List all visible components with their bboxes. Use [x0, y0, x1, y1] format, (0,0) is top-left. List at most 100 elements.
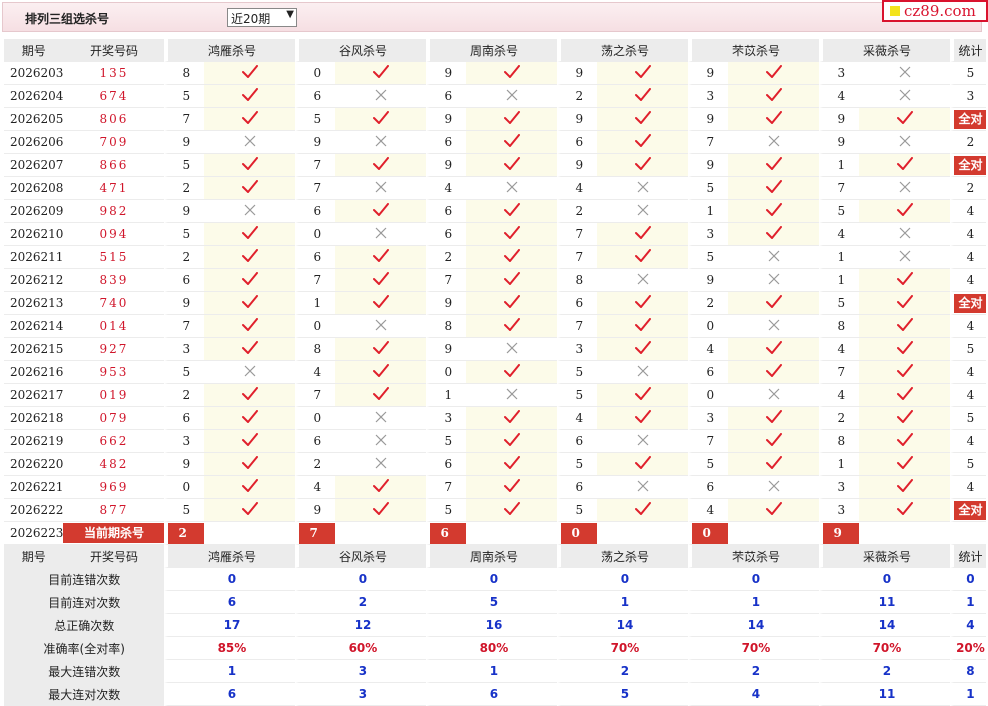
correct-count: 4: [966, 250, 975, 264]
current-empty: [597, 522, 689, 545]
summary-row: 最大连对次数 6 3 6 5 4 11 1: [4, 683, 987, 706]
kill-number: 4: [557, 177, 598, 200]
cross-icon: [597, 476, 689, 499]
table-row: 2026209 982 9 6 6 2 1 5 4: [4, 200, 987, 223]
check-icon: [466, 200, 558, 223]
kill-number: 5: [688, 246, 729, 269]
check-icon: [335, 62, 427, 85]
kill-number: 5: [164, 361, 205, 384]
header-expert: 鸿雁杀号: [164, 39, 296, 62]
draw-number: 094: [63, 223, 165, 246]
draw-number: 482: [63, 453, 165, 476]
cross-icon: [335, 223, 427, 246]
kill-number: 4: [295, 476, 336, 499]
check-icon: [728, 453, 820, 476]
summary-value: 1: [557, 591, 689, 614]
current-pick-cell: 0: [557, 522, 598, 545]
current-pick-cell: 6: [426, 522, 467, 545]
kill-number: 9: [688, 62, 729, 85]
check-icon: [597, 292, 689, 315]
kill-number: 1: [819, 154, 860, 177]
check-icon: [728, 108, 820, 131]
kill-number: 0: [295, 315, 336, 338]
summary-value: 14: [819, 614, 951, 637]
kill-number: 0: [164, 476, 205, 499]
site-logo[interactable]: cz89.com: [882, 0, 988, 22]
table-row: 2026220 482 9 2 6 5 5 1 5: [4, 453, 987, 476]
cross-icon: [728, 476, 820, 499]
cross-icon: [859, 177, 951, 200]
kill-number: 7: [164, 108, 205, 131]
stat-cell: 4: [950, 361, 987, 384]
check-icon: [466, 269, 558, 292]
check-icon: [597, 315, 689, 338]
period-select[interactable]: 近20期 ▼: [227, 8, 297, 27]
summary-label: 最大连对次数: [4, 683, 165, 706]
cross-icon: [859, 62, 951, 85]
correct-count: 4: [966, 227, 975, 241]
table-row: 2026221 969 0 4 7 6 6 3 4: [4, 476, 987, 499]
check-icon: [204, 177, 296, 200]
correct-count: 4: [966, 273, 975, 287]
kill-number: 3: [164, 338, 205, 361]
check-icon: [335, 499, 427, 522]
draw-number: 969: [63, 476, 165, 499]
kill-number: 6: [295, 200, 336, 223]
kill-number: 2: [295, 453, 336, 476]
summary-row: 目前连错次数 0 0 0 0 0 0 0: [4, 568, 987, 591]
check-icon: [728, 292, 820, 315]
cross-icon: [335, 131, 427, 154]
check-icon: [728, 407, 820, 430]
issue-cell: 2026220: [4, 453, 64, 476]
cross-icon: [335, 407, 427, 430]
kill-number: 4: [557, 407, 598, 430]
kill-number: 5: [164, 85, 205, 108]
cross-icon: [335, 430, 427, 453]
header-expert: 谷风杀号: [295, 39, 427, 62]
kill-number: 6: [295, 430, 336, 453]
table-row: 2026206 709 9 9 6 6 7 9 2: [4, 131, 987, 154]
kill-number: 5: [557, 499, 598, 522]
header-expert: 芣苡杀号: [688, 545, 820, 568]
summary-value: 0: [950, 568, 987, 591]
page-title: 排列三组选杀号: [25, 12, 110, 26]
issue-cell: 2026207: [4, 154, 64, 177]
kill-number: 4: [819, 85, 860, 108]
summary-value: 0: [295, 568, 427, 591]
kill-number: 8: [426, 315, 467, 338]
check-icon: [728, 430, 820, 453]
check-icon: [859, 476, 951, 499]
draw-number: 674: [63, 85, 165, 108]
kill-number: 9: [557, 154, 598, 177]
summary-value: 14: [557, 614, 689, 637]
cross-icon: [466, 177, 558, 200]
summary-label: 目前连对次数: [4, 591, 165, 614]
table-row: 2026204 674 5 6 6 2 3 4 3: [4, 85, 987, 108]
check-icon: [204, 430, 296, 453]
draw-number: 135: [63, 62, 165, 85]
kill-number: 7: [557, 315, 598, 338]
cross-icon: [728, 246, 820, 269]
cross-icon: [597, 269, 689, 292]
summary-row: 总正确次数 17 12 16 14 14 14 4: [4, 614, 987, 637]
draw-number: 740: [63, 292, 165, 315]
current-empty: [859, 522, 951, 545]
stat-cell: 4: [950, 430, 987, 453]
check-icon: [859, 407, 951, 430]
kill-number: 9: [426, 292, 467, 315]
cross-icon: [859, 131, 951, 154]
draw-number: 806: [63, 108, 165, 131]
check-icon: [597, 453, 689, 476]
stat-cell: 5: [950, 453, 987, 476]
summary-value: 6: [164, 683, 296, 706]
cross-icon: [466, 85, 558, 108]
correct-count: 3: [966, 89, 975, 103]
header-expert: 芣苡杀号: [688, 39, 820, 62]
cross-icon: [335, 177, 427, 200]
table-row: 2026214 014 7 0 8 7 0 8 4: [4, 315, 987, 338]
kill-number: 2: [819, 407, 860, 430]
all-correct-badge: 全对: [954, 155, 987, 175]
kill-number: 5: [426, 499, 467, 522]
check-icon: [859, 154, 951, 177]
summary-value: 6: [426, 683, 558, 706]
